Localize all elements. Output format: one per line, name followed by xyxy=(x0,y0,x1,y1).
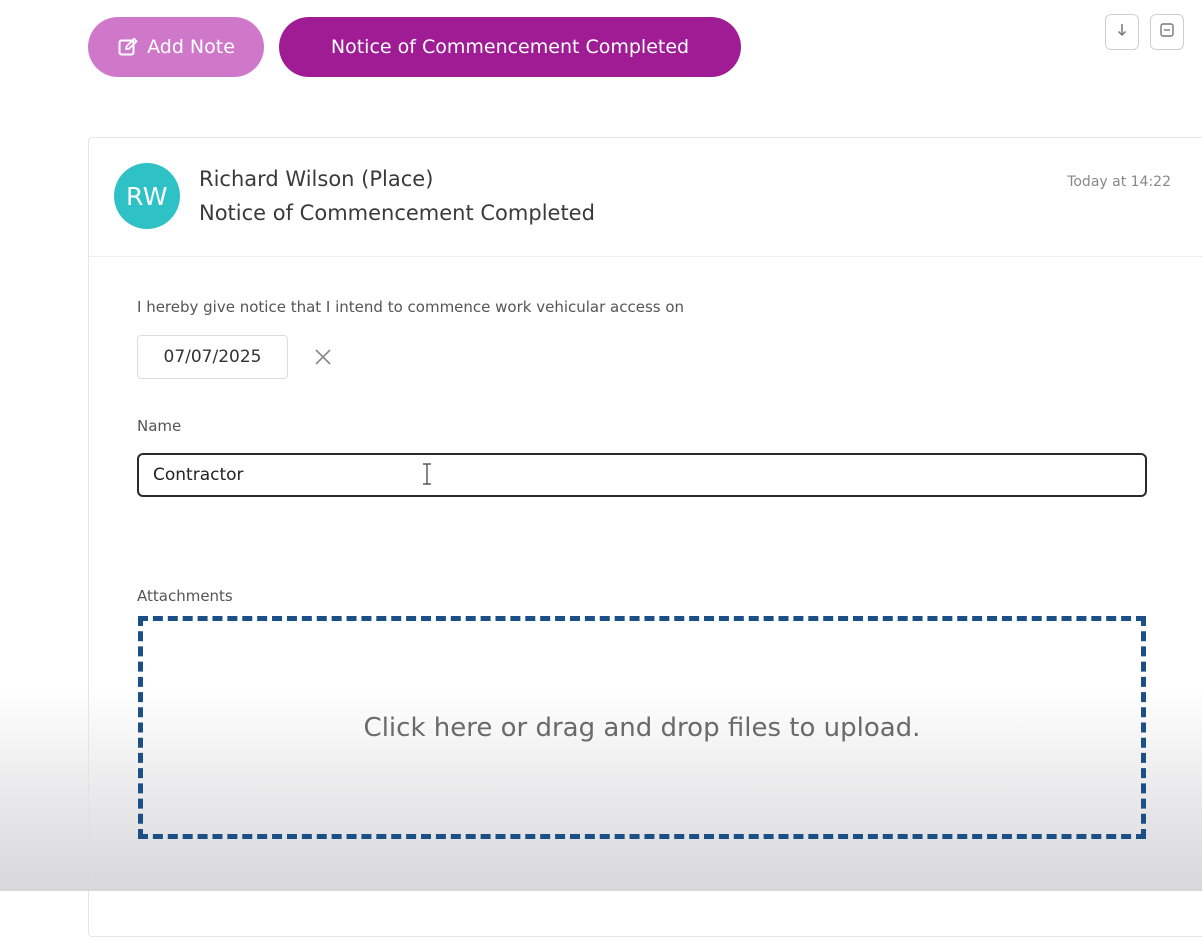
edit-note-icon xyxy=(117,36,139,58)
download-button[interactable] xyxy=(1105,14,1139,50)
file-dropzone[interactable]: Click here or drag and drop files to upl… xyxy=(138,616,1146,839)
name-input[interactable] xyxy=(137,453,1147,497)
add-note-label: Add Note xyxy=(147,36,235,58)
arrow-down-icon xyxy=(1116,22,1128,42)
status-button-label: Notice of Commencement Completed xyxy=(330,36,690,58)
note-toolbar: Add Note Notice of Commencement Complete… xyxy=(0,0,1202,90)
name-label: Name xyxy=(137,417,182,435)
note-subject: Notice of Commencement Completed xyxy=(199,201,595,225)
add-note-button[interactable]: Add Note xyxy=(88,17,264,77)
collapse-icon xyxy=(1159,22,1175,42)
note-timestamp: Today at 14:22 xyxy=(1067,174,1171,190)
note-header: RW Richard Wilson (Place) Notice of Comm… xyxy=(89,138,1202,257)
close-icon xyxy=(313,347,333,371)
commencement-date-field[interactable] xyxy=(137,335,288,379)
collapse-button[interactable] xyxy=(1150,14,1184,50)
text-cursor-icon xyxy=(421,462,433,486)
attachments-label: Attachments xyxy=(137,587,233,605)
clear-date-button[interactable] xyxy=(311,347,335,371)
dropzone-text: Click here or drag and drop files to upl… xyxy=(363,712,921,743)
notice-text: I hereby give notice that I intend to co… xyxy=(137,298,685,316)
avatar: RW xyxy=(114,163,180,229)
status-button[interactable]: Notice of Commencement Completed xyxy=(279,17,741,77)
note-author: Richard Wilson (Place) xyxy=(199,167,434,191)
